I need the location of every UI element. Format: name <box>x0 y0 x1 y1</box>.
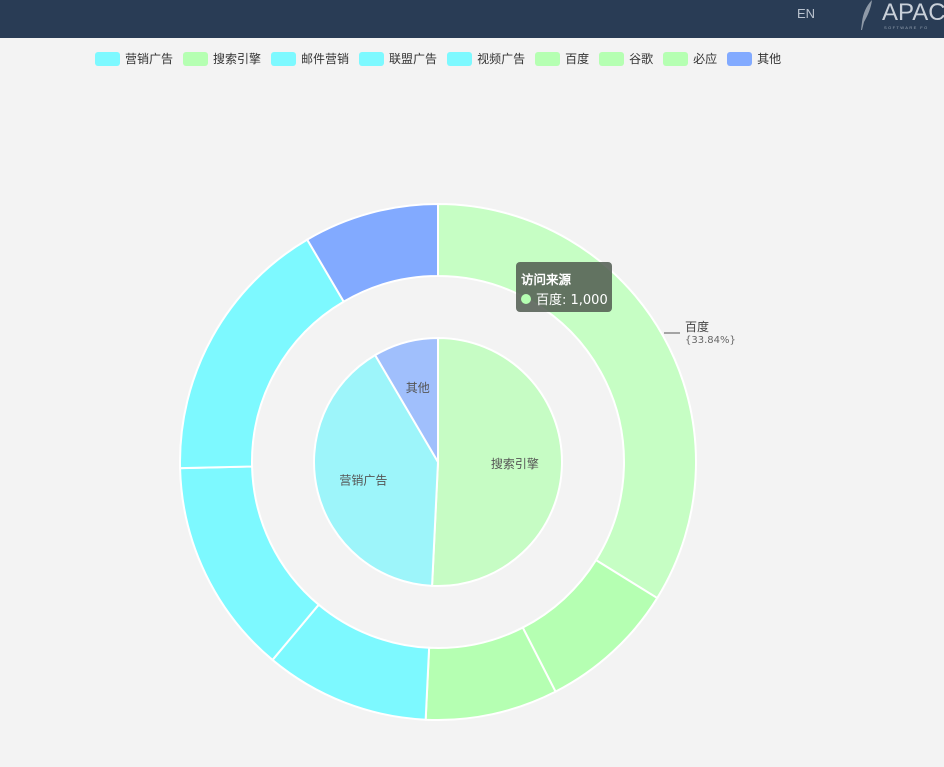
tooltip: 访问来源 百度: 1,000 <box>516 262 612 312</box>
tooltip-color-dot <box>521 293 531 304</box>
outer-slice[interactable] <box>179 465 321 662</box>
outer-slice-percent: {33.84%} <box>685 335 736 346</box>
inner-label: 营销广告 <box>339 473 387 487</box>
outer-slice-label: 百度 <box>685 319 709 334</box>
tooltip-title: 访问来源 <box>521 272 572 287</box>
tooltip-row: 百度: 1,000 <box>521 289 608 308</box>
nested-pie-chart: 搜索引擎营销广告 其他 百度{33.84%} <box>179 202 736 721</box>
inner-label: 搜索引擎 <box>491 456 539 471</box>
tooltip-item-label: 百度: 1,000 <box>536 293 608 308</box>
inner-label: 其他 <box>406 381 430 395</box>
